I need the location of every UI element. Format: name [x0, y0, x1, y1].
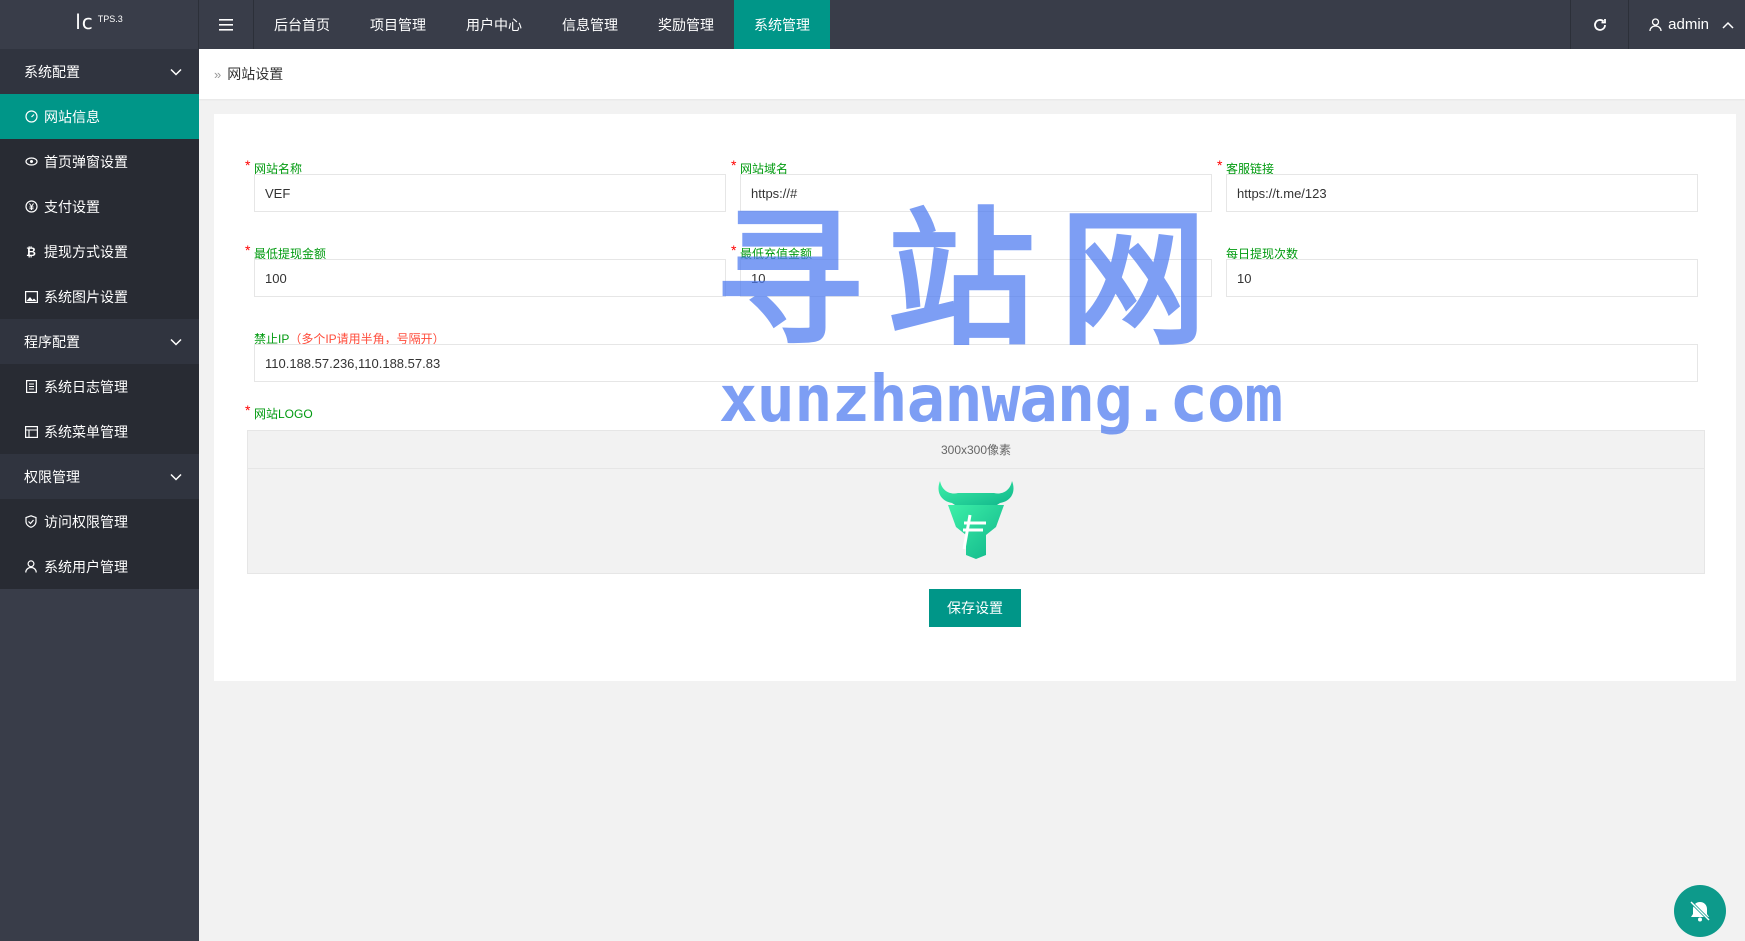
sidebar-item-label: 系统日志管理 — [44, 378, 128, 395]
sidebar-group-permissions[interactable]: 权限管理 — [0, 454, 199, 499]
sidebar-item-label: 系统用户管理 — [44, 558, 128, 575]
logo-version: TPS.3 — [97, 14, 123, 24]
field-label: 网站LOGO — [254, 407, 313, 421]
breadcrumb: » 网站设置 — [199, 49, 1745, 99]
bull-logo-image — [938, 481, 1014, 559]
top-bar: lc TPS.3 后台首页 项目管理 用户中心 信息管理 奖励管理 系统管理 a… — [0, 0, 1745, 49]
sidebar-item-system-logs[interactable]: 系统日志管理 — [0, 364, 199, 409]
app-logo[interactable]: lc TPS.3 — [0, 0, 199, 49]
sidebar-item-payment-settings[interactable]: 支付设置 — [0, 184, 199, 229]
menu-toggle-button[interactable] — [199, 0, 254, 49]
user-name: admin — [1668, 16, 1709, 33]
field-site-logo-label: * 网站LOGO — [245, 402, 454, 421]
field-service-link: * 客服链接 https://t.me/123 — [1217, 157, 1698, 212]
top-nav: 后台首页 项目管理 用户中心 信息管理 奖励管理 系统管理 — [199, 0, 830, 49]
sidebar-item-popup-settings[interactable]: 首页弹窗设置 — [0, 139, 199, 184]
refresh-button[interactable] — [1570, 0, 1628, 49]
chevron-up-icon — [1722, 21, 1734, 29]
sidebar-group-label: 程序配置 — [24, 333, 80, 350]
sidebar-item-site-info[interactable]: 网站信息 — [0, 94, 199, 139]
sidebar-item-label: 访问权限管理 — [44, 513, 128, 530]
floating-notification-button[interactable] — [1674, 885, 1726, 937]
refresh-icon — [1593, 18, 1606, 31]
save-settings-button[interactable]: 保存设置 — [929, 589, 1021, 627]
nav-users[interactable]: 用户中心 — [446, 0, 542, 49]
eye-icon — [24, 155, 38, 169]
chevron-down-icon — [170, 338, 182, 346]
daily-withdraw-input[interactable]: 10 — [1226, 259, 1698, 297]
settings-form-card: * 网站名称 VEF * 网站域名 https://# * 客服链接 https… — [214, 114, 1736, 681]
bell-off-icon — [1689, 900, 1711, 922]
log-icon — [24, 380, 38, 394]
min-recharge-input[interactable]: 10 — [740, 259, 1212, 297]
sidebar-item-label: 系统图片设置 — [44, 288, 128, 305]
user-icon — [1649, 17, 1662, 31]
field-daily-withdraw: 每日提现次数 10 — [1226, 245, 1698, 297]
sidebar-item-label: 支付设置 — [44, 198, 100, 215]
field-min-recharge: * 最低充值金额 10 — [731, 242, 1212, 297]
yen-icon — [24, 200, 38, 214]
sidebar-item-withdraw-methods[interactable]: ₿ 提现方式设置 — [0, 229, 199, 274]
dashboard-icon — [24, 110, 38, 124]
hamburger-icon — [219, 18, 233, 31]
field-site-name: * 网站名称 VEF — [245, 157, 726, 212]
sidebar-group-program-config[interactable]: 程序配置 — [0, 319, 199, 364]
logo-upload-box[interactable]: 300x300像素 — [247, 430, 1705, 574]
sidebar-item-system-images[interactable]: 系统图片设置 — [0, 274, 199, 319]
sidebar-item-system-menus[interactable]: 系统菜单管理 — [0, 409, 199, 454]
sidebar-group-system-config[interactable]: 系统配置 — [0, 49, 199, 94]
field-min-withdraw: * 最低提现金额 100 — [245, 242, 726, 297]
sidebar-item-label: 系统菜单管理 — [44, 423, 128, 440]
logo-text: lc — [75, 10, 94, 34]
min-withdraw-input[interactable]: 100 — [254, 259, 726, 297]
sidebar-item-label: 提现方式设置 — [44, 243, 128, 260]
field-site-domain: * 网站域名 https://# — [731, 157, 1212, 212]
required-mark: * — [245, 402, 251, 418]
sidebar-item-access-permissions[interactable]: 访问权限管理 — [0, 499, 199, 544]
nav-dashboard[interactable]: 后台首页 — [254, 0, 350, 49]
bitcoin-icon: ₿ — [26, 244, 36, 259]
sidebar-group-label: 系统配置 — [24, 63, 80, 80]
nav-rewards[interactable]: 奖励管理 — [638, 0, 734, 49]
breadcrumb-current: 网站设置 — [227, 66, 284, 82]
ban-ip-input[interactable]: 110.188.57.236,110.188.57.83 — [254, 344, 1698, 382]
chevron-down-icon — [170, 68, 182, 76]
image-icon — [24, 290, 38, 304]
user-menu[interactable]: admin — [1628, 0, 1745, 49]
required-mark: * — [245, 242, 251, 258]
nav-system[interactable]: 系统管理 — [734, 0, 830, 49]
site-domain-input[interactable]: https://# — [740, 174, 1212, 212]
sidebar-group-label: 权限管理 — [24, 468, 80, 485]
required-mark: * — [731, 157, 737, 173]
sidebar-item-label: 网站信息 — [44, 108, 100, 125]
user-icon — [24, 560, 38, 574]
top-right: admin — [1570, 0, 1745, 49]
chevron-down-icon — [170, 473, 182, 481]
sidebar-item-system-users[interactable]: 系统用户管理 — [0, 544, 199, 589]
sidebar: 系统配置 网站信息 首页弹窗设置 支付设置 ₿ 提现方式设置 系统图片设置 程序… — [0, 49, 199, 941]
service-link-input[interactable]: https://t.me/123 — [1226, 174, 1698, 212]
nav-projects[interactable]: 项目管理 — [350, 0, 446, 49]
logo-size-hint: 300x300像素 — [248, 431, 1704, 469]
menu-table-icon — [24, 425, 38, 439]
required-mark: * — [1217, 157, 1223, 173]
nav-info[interactable]: 信息管理 — [542, 0, 638, 49]
site-name-input[interactable]: VEF — [254, 174, 726, 212]
double-chevron-right-icon: » — [214, 66, 222, 82]
shield-check-icon — [24, 515, 38, 529]
field-ban-ip: 禁止IP（多个IP请用半角，号隔开） 110.188.57.236,110.18… — [254, 330, 1698, 382]
sidebar-item-label: 首页弹窗设置 — [44, 153, 128, 170]
required-mark: * — [731, 242, 737, 258]
required-mark: * — [245, 157, 251, 173]
